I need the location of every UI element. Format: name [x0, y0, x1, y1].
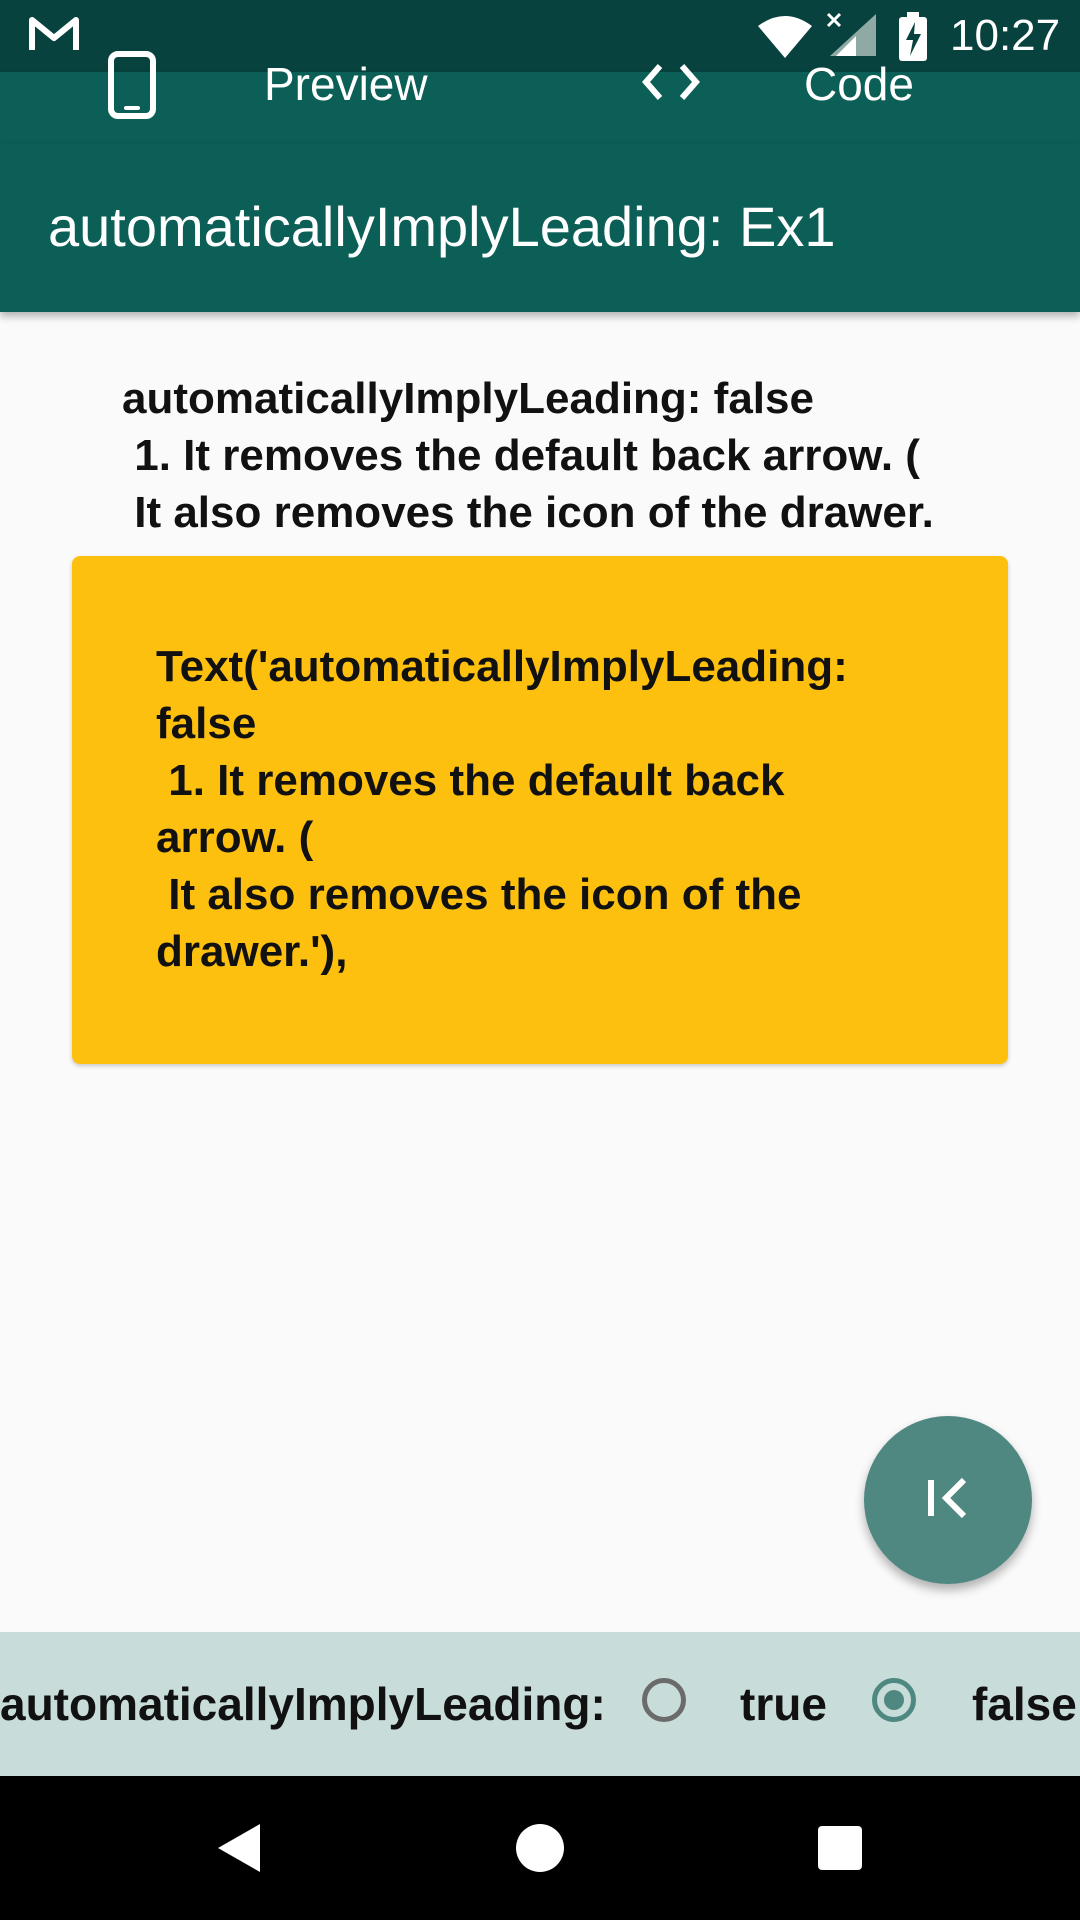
system-nav-bar	[0, 1776, 1080, 1920]
radio-label-false: false	[972, 1678, 1077, 1730]
preview-tab[interactable]: Preview	[264, 56, 428, 112]
radio-button-unchecked[interactable]	[642, 1678, 686, 1722]
radio-option-false[interactable]: false	[872, 1672, 1080, 1736]
gmail-icon	[28, 14, 80, 59]
status-bar: 10:27	[0, 0, 1080, 72]
first-page-icon	[924, 1476, 972, 1525]
radio-option-true[interactable]: true	[642, 1672, 842, 1736]
radio-group-label: automaticallyImplyLeading:	[0, 1678, 606, 1730]
code-snippet-text: Text('automaticallyImplyLeading: false 1…	[156, 642, 848, 976]
description-line: automaticallyImplyLeading: false	[122, 374, 814, 423]
radio-button-checked[interactable]	[872, 1678, 916, 1722]
page-title: automaticallyImplyLeading: Ex1	[48, 195, 836, 258]
status-time: 10:27	[950, 11, 1061, 60]
phone-icon[interactable]	[108, 51, 156, 124]
first-page-button[interactable]	[864, 1416, 1032, 1584]
code-icon[interactable]	[640, 62, 702, 107]
home-icon[interactable]	[516, 1824, 564, 1872]
app-bar: automaticallyImplyLeading: Ex1	[0, 144, 1080, 312]
recents-icon[interactable]	[818, 1826, 862, 1870]
settings-panel: automaticallyImplyLeading: true false	[0, 1632, 1080, 1776]
mode-toggle-bar: Preview Code	[0, 51, 1080, 144]
description-line: It also removes the icon of the drawer.	[122, 488, 934, 537]
code-tab[interactable]: Code	[804, 56, 914, 112]
radio-label-true: true	[740, 1678, 827, 1730]
back-icon[interactable]	[214, 1822, 262, 1879]
description-line: 1. It removes the default back arrow. (	[122, 431, 920, 480]
code-snippet-card: Text('automaticallyImplyLeading: false 1…	[72, 556, 1008, 1064]
